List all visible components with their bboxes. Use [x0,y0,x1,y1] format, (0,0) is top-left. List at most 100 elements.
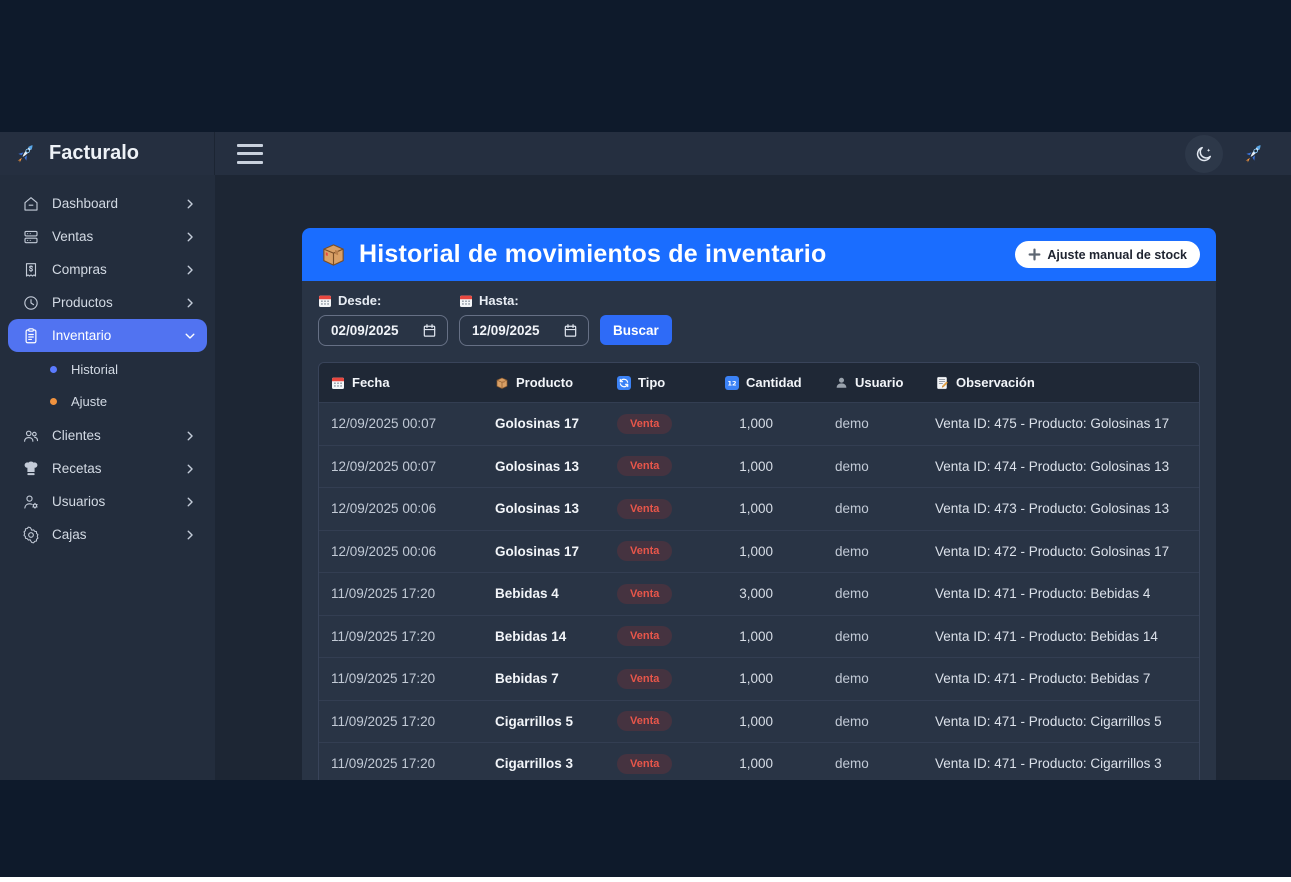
user-gear-icon [22,493,40,511]
gear-icon [22,526,40,544]
cell-tipo: Venta [605,626,713,646]
memo-emoji [935,376,949,390]
brand-name: Facturalo [49,142,139,165]
search-button[interactable]: Buscar [600,315,672,345]
hamburger-menu-icon[interactable] [237,144,263,164]
column-header-producto[interactable]: Producto [483,375,605,390]
bullet-dot-icon [50,398,57,405]
cell-fecha: 11/09/2025 17:20 [319,671,483,686]
theme-toggle-button[interactable] [1185,135,1223,173]
sidebar-item-label: Dashboard [52,196,118,211]
manual-stock-adjust-button[interactable]: Ajuste manual de stock [1015,241,1200,268]
table-row[interactable]: 11/09/2025 17:20 Bebidas 4 Venta 3,000 d… [319,572,1199,615]
sidebar-item-dashboard[interactable]: Dashboard [8,187,207,220]
sidebar-item-ventas[interactable]: Ventas [8,220,207,253]
column-header-tipo[interactable]: Tipo [605,375,713,390]
user-avatar[interactable] [1237,138,1269,170]
sidebar-item-compras[interactable]: Compras [8,253,207,286]
cell-tipo: Venta [605,499,713,519]
cell-tipo: Venta [605,414,713,434]
people-icon [22,427,40,445]
cell-cantidad: 1,000 [713,756,823,771]
column-header-cantidad[interactable]: 12 Cantidad [713,375,823,390]
cell-usuario: demo [823,544,923,559]
receipt-icon [22,261,40,279]
cell-usuario: demo [823,586,923,601]
cell-cantidad: 1,000 [713,544,823,559]
venta-badge: Venta [617,711,672,731]
sidebar-item-cajas[interactable]: Cajas [8,518,207,551]
calendar-emoji [331,376,345,390]
sidebar-subitem-label: Ajuste [71,394,107,409]
cell-observacion: Venta ID: 471 - Producto: Bebidas 4 [923,586,1199,601]
table-row[interactable]: 12/09/2025 00:07 Golosinas 13 Venta 1,00… [319,445,1199,488]
main-content: Historial de movimientos de inventario A… [215,175,1291,780]
cell-fecha: 11/09/2025 17:20 [319,714,483,729]
cell-producto: Golosinas 13 [483,501,605,516]
date-picker-icon[interactable] [422,323,437,338]
venta-badge: Venta [617,754,672,774]
filters-bar: Desde: 02/09/2025 Hasta: 12/09/2025 Busc… [302,281,1216,352]
sidebar-item-label: Clientes [52,428,101,443]
cell-producto: Golosinas 17 [483,544,605,559]
sidebar-subitem-historial[interactable]: Historial [0,355,215,384]
arrows-emoji [617,376,631,390]
cell-tipo: Venta [605,456,713,476]
cell-producto: Cigarrillos 3 [483,756,605,771]
column-header-usuario[interactable]: Usuario [823,375,923,390]
column-header-fecha[interactable]: Fecha [319,375,483,390]
venta-badge: Venta [617,414,672,434]
table-header-row: Fecha Producto Tipo 12 Cantidad Usuario … [319,363,1199,402]
from-date-input[interactable]: 02/09/2025 [318,315,448,346]
cell-observacion: Venta ID: 471 - Producto: Cigarrillos 3 [923,756,1199,771]
cell-producto: Bebidas 7 [483,671,605,686]
cell-observacion: Venta ID: 471 - Producto: Bebidas 14 [923,629,1199,644]
date-picker-icon[interactable] [563,323,578,338]
table-row[interactable]: 11/09/2025 17:20 Cigarrillos 3 Venta 1,0… [319,742,1199,780]
to-date-input[interactable]: 12/09/2025 [459,315,589,346]
table-row[interactable]: 11/09/2025 17:20 Bebidas 14 Venta 1,000 … [319,615,1199,658]
sidebar-subitem-ajuste[interactable]: Ajuste [0,387,215,416]
chevron-right-icon [183,429,197,443]
cell-tipo: Venta [605,711,713,731]
plus-icon [1028,248,1041,261]
sidebar-item-usuarios[interactable]: Usuarios [8,485,207,518]
table-row[interactable]: 12/09/2025 00:06 Golosinas 13 Venta 1,00… [319,487,1199,530]
numbers-emoji: 12 [725,376,739,390]
cell-usuario: demo [823,416,923,431]
calendar-icon [459,294,473,308]
brand[interactable]: Facturalo [0,132,215,175]
table-row[interactable]: 12/09/2025 00:07 Golosinas 17 Venta 1,00… [319,402,1199,445]
cell-cantidad: 1,000 [713,671,823,686]
chevron-right-icon [183,197,197,211]
cell-cantidad: 1,000 [713,629,823,644]
cell-fecha: 12/09/2025 00:06 [319,501,483,516]
venta-badge: Venta [617,626,672,646]
cell-tipo: Venta [605,584,713,604]
table-row[interactable]: 11/09/2025 17:20 Cigarrillos 5 Venta 1,0… [319,700,1199,743]
movements-table: Fecha Producto Tipo 12 Cantidad Usuario … [318,362,1200,780]
cell-tipo: Venta [605,669,713,689]
sidebar-item-label: Cajas [52,527,87,542]
sidebar-item-productos[interactable]: Productos [8,286,207,319]
cell-producto: Bebidas 14 [483,629,605,644]
cell-fecha: 12/09/2025 00:07 [319,459,483,474]
page-title: Historial de movimientos de inventario [359,240,826,269]
table-row[interactable]: 11/09/2025 17:20 Bebidas 7 Venta 1,000 d… [319,657,1199,700]
cell-usuario: demo [823,671,923,686]
sidebar-item-recetas[interactable]: Recetas [8,452,207,485]
card-header: Historial de movimientos de inventario A… [302,228,1216,281]
from-date-label: Desde: [318,293,448,308]
clipboard-icon [22,327,40,345]
cell-cantidad: 1,000 [713,714,823,729]
column-header-observación[interactable]: Observación [923,375,1199,390]
cell-observacion: Venta ID: 471 - Producto: Cigarrillos 5 [923,714,1199,729]
chevron-right-icon [183,495,197,509]
cell-fecha: 11/09/2025 17:20 [319,756,483,771]
table-row[interactable]: 12/09/2025 00:06 Golosinas 17 Venta 1,00… [319,530,1199,573]
cell-producto: Golosinas 17 [483,416,605,431]
venta-badge: Venta [617,499,672,519]
sidebar-item-inventario[interactable]: Inventario [8,319,207,352]
sidebar-item-clientes[interactable]: Clientes [8,419,207,452]
venta-badge: Venta [617,584,672,604]
